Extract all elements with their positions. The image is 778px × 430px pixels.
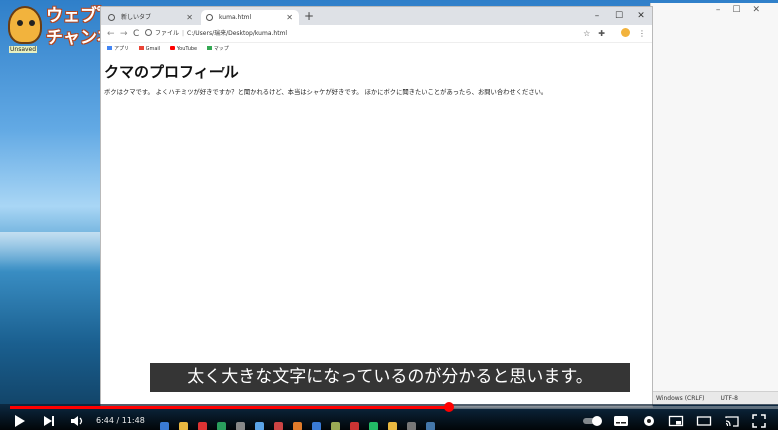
- editor-window-controls[interactable]: –☐✕: [716, 5, 772, 15]
- page-heading: クマのプロフィール: [104, 63, 239, 81]
- page-content: クマのプロフィール ボクはクマです。 よくハチミツが好きですか？と聞かれるけど、…: [101, 57, 652, 407]
- current-time: 6:44: [96, 416, 114, 425]
- taskbar-app-icons: [160, 416, 445, 430]
- window-controls: – ☐ ✕: [586, 7, 652, 25]
- subtitles-icon[interactable]: [613, 414, 629, 428]
- page-paragraph: ボクはクマです。 よくハチミツが好きですか？と聞かれるけど、本当はシャケが好きで…: [104, 89, 548, 96]
- gmail-icon: [138, 46, 144, 50]
- extensions-icon[interactable]: ✚: [598, 29, 605, 38]
- fullscreen-icon[interactable]: [752, 414, 766, 428]
- browser-window: 新しいタブ ✕ kuma.html ✕ + – ☐ ✕ ← → C ファイル | C:/…: [100, 6, 653, 408]
- encoding-label[interactable]: UTF-8: [720, 395, 738, 402]
- tab-new-tab[interactable]: 新しいタブ ✕: [103, 10, 199, 25]
- theater-mode-icon[interactable]: [696, 414, 712, 428]
- bookmark-maps[interactable]: マップ: [206, 46, 229, 52]
- autoplay-toggle[interactable]: [582, 414, 604, 428]
- settings-gear-icon[interactable]: [642, 414, 656, 428]
- info-icon[interactable]: [145, 29, 152, 36]
- progress-bar[interactable]: [10, 402, 778, 412]
- tab-bar: 新しいタブ ✕ kuma.html ✕ + – ☐ ✕: [101, 7, 652, 25]
- line-ending-label[interactable]: Windows (CRLF): [656, 395, 705, 402]
- unsaved-badge: Unsaved: [9, 46, 38, 53]
- scrubber-handle[interactable]: [443, 402, 454, 412]
- progress-played: [10, 406, 449, 409]
- apps-icon: [107, 46, 112, 50]
- player-controls: 6:44 / 11:48: [0, 412, 778, 430]
- reload-button[interactable]: C: [133, 28, 139, 40]
- bookmarks-bar: アプリ Gmail YouTube マップ: [101, 43, 652, 56]
- globe-icon: [206, 14, 213, 21]
- mouse-cursor-icon: [222, 67, 225, 73]
- close-icon[interactable]: ✕: [186, 10, 193, 25]
- volume-icon[interactable]: [70, 414, 86, 428]
- tab-label: kuma.html: [219, 14, 252, 21]
- toolbar-actions: ☆ ✚ ⋮: [575, 28, 646, 38]
- scheme-label: ファイル: [155, 30, 180, 37]
- cast-icon[interactable]: [724, 414, 740, 428]
- next-icon[interactable]: [42, 414, 56, 428]
- close-window-button[interactable]: ✕: [630, 7, 652, 25]
- channel-mascot-icon: [8, 6, 42, 44]
- bookmark-star-icon[interactable]: ☆: [583, 29, 590, 38]
- miniplayer-icon[interactable]: [668, 414, 684, 428]
- time-display: 6:44 / 11:48: [96, 416, 145, 425]
- bookmark-youtube[interactable]: YouTube: [169, 46, 197, 52]
- close-icon[interactable]: ✕: [286, 10, 293, 25]
- duration: 11:48: [121, 416, 145, 425]
- menu-icon[interactable]: ⋮: [638, 29, 646, 38]
- editor-window: –☐✕ Windows (CRLF) UTF-8: [650, 3, 778, 405]
- maps-icon: [206, 46, 212, 50]
- tab-kuma-html[interactable]: kuma.html ✕: [201, 10, 299, 25]
- back-button[interactable]: ←: [107, 28, 115, 40]
- new-tab-button[interactable]: +: [304, 9, 314, 23]
- video-subtitle: 太く大きな文字になっているのが分かると思います。: [150, 363, 630, 392]
- play-icon[interactable]: [12, 414, 26, 428]
- editor-statusbar: Windows (CRLF) UTF-8: [651, 391, 778, 405]
- minimize-button[interactable]: –: [586, 7, 608, 25]
- bookmark-gmail[interactable]: Gmail: [138, 46, 160, 52]
- browser-toolbar: ← → C ファイル | C:/Users/瑞来/Desktop/kuma.html…: [101, 25, 652, 43]
- tab-label: 新しいタブ: [121, 14, 152, 21]
- profile-avatar[interactable]: [613, 28, 630, 38]
- bookmark-apps[interactable]: アプリ: [107, 46, 129, 52]
- address-bar[interactable]: ファイル | C:/Users/瑞来/Desktop/kuma.html: [145, 28, 595, 40]
- youtube-icon: [169, 46, 175, 50]
- maximize-button[interactable]: ☐: [608, 7, 630, 25]
- address-path: C:/Users/瑞来/Desktop/kuma.html: [187, 30, 288, 37]
- globe-icon: [108, 14, 115, 21]
- forward-button[interactable]: →: [120, 28, 128, 40]
